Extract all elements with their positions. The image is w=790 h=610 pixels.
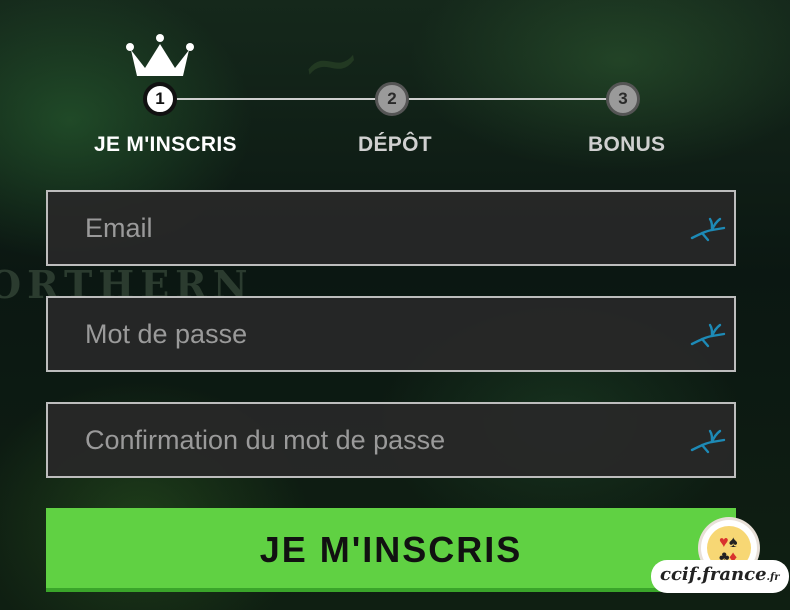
email-input[interactable]	[48, 192, 668, 264]
password-field[interactable]	[46, 296, 736, 372]
signup-submit-button[interactable]: JE M'INSCRIS	[46, 508, 736, 592]
step-1-number: 1	[143, 82, 177, 116]
watermark-suffix: .fr	[766, 572, 780, 583]
deer-leap-icon	[690, 323, 726, 348]
signup-stepper: 1 2 3 JE M'INSCRIS DÉPÔT BONUS	[0, 0, 790, 175]
submit-button-shadow	[46, 588, 736, 592]
step-3-number: 3	[606, 82, 640, 116]
watermark-text: ccif.france.fr	[651, 560, 789, 593]
watermark-main: ccif.france	[660, 564, 767, 585]
email-field[interactable]	[46, 190, 736, 266]
confirm-password-input[interactable]	[48, 404, 668, 476]
deer-leap-icon	[690, 217, 726, 242]
step-connector	[392, 98, 623, 100]
step-connector	[160, 98, 392, 100]
deer-leap-icon	[690, 429, 726, 454]
crown-icon	[126, 34, 194, 76]
step-2-label: DÉPÔT	[358, 133, 432, 156]
step-3-label: BONUS	[588, 133, 666, 156]
password-input[interactable]	[48, 298, 668, 370]
ccif-france-logo: ♥ ♠ ♣ ♦ ccif.france.fr	[651, 520, 789, 600]
step-2-number: 2	[375, 82, 409, 116]
confirm-password-field[interactable]	[46, 402, 736, 478]
step-1-label: JE M'INSCRIS	[94, 133, 237, 156]
